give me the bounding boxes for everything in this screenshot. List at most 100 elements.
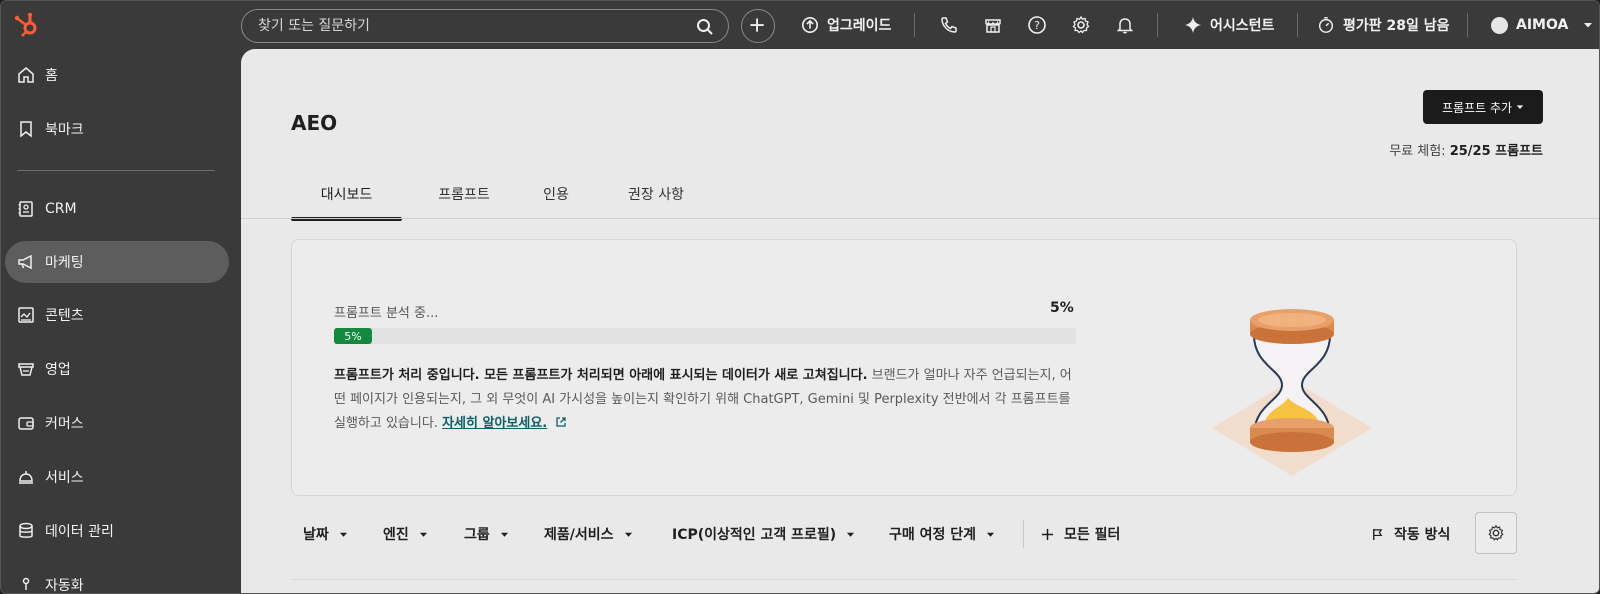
processing-status-card: 프롬프트 분석 중... 5% 5% 프롬프트가 처리 중입니다. 모든 프롬프… [291, 239, 1517, 496]
app-window: 업그레이드 ? 어시스턴트 [0, 0, 1600, 594]
filter-product-service[interactable]: 제품/서비스 [544, 512, 633, 556]
plus-icon [1041, 528, 1054, 540]
main-content: AEO 프롬프트 추가 무료 체험: 25/25 프롬프트 대시보드 프롬프트 … [241, 49, 1599, 593]
filter-engine[interactable]: 엔진 [383, 512, 428, 556]
add-prompt-label: 프롬프트 추가 [1441, 100, 1513, 115]
commerce-icon [18, 417, 34, 430]
free-trial-usage: 무료 체험: 25/25 프롬프트 [1389, 140, 1543, 159]
sidebar-item-label: CRM [45, 201, 77, 217]
sidebar-item-home[interactable]: 홈 [5, 54, 229, 96]
processing-description-bold: 프롬프트가 처리 중입니다. 모든 프롬프트가 처리되면 아래에 표시되는 데이… [334, 368, 868, 383]
analyzing-label: 프롬프트 분석 중... [334, 306, 439, 321]
upgrade-label: 업그레이드 [827, 18, 892, 34]
sidebar: 홈 북마크 CRM 마케팅 콘텐츠 영업 커머스 서비스 데이터 관리 자동화 [1, 49, 241, 594]
search-input[interactable] [258, 10, 678, 42]
filter-date[interactable]: 날짜 [303, 512, 348, 556]
sidebar-item-crm[interactable]: CRM [5, 188, 229, 230]
progress-bar-fill: 5% [334, 328, 372, 344]
sidebar-item-sales[interactable]: 영업 [5, 348, 229, 390]
tab-citations[interactable]: 인용 [526, 169, 586, 219]
notifications-bell-icon[interactable] [1115, 15, 1135, 35]
caret-down-icon [624, 532, 632, 537]
page-title: AEO [291, 111, 338, 135]
caret-down-icon [339, 532, 347, 537]
top-navigation-bar: 업그레이드 ? 어시스턴트 [1, 1, 1599, 49]
assistant-label: 어시스턴트 [1210, 18, 1275, 34]
search-icon[interactable] [696, 18, 714, 36]
global-search[interactable] [241, 9, 729, 43]
contacts-icon [18, 201, 33, 217]
sidebar-item-content[interactable]: 콘텐츠 [5, 294, 229, 336]
sidebar-item-automation[interactable]: 자동화 [5, 564, 229, 594]
filter-label: 제품/서비스 [544, 527, 614, 543]
trial-usage-prefix: 무료 체험: [1389, 144, 1450, 159]
learn-more-link[interactable]: 자세히 알아보세요. [442, 416, 547, 431]
sidebar-divider [17, 170, 215, 171]
all-filters-button[interactable]: 모든 필터 [1041, 512, 1120, 556]
sidebar-item-data-management[interactable]: 데이터 관리 [5, 510, 229, 552]
tab-dashboard[interactable]: 대시보드 [291, 169, 402, 221]
tab-prompts[interactable]: 프롬프트 [419, 169, 509, 219]
trial-timer-button[interactable]: 평가판 28일 남음 [1317, 1, 1450, 49]
external-link-icon[interactable] [555, 416, 567, 428]
filter-label: 날짜 [303, 527, 329, 543]
help-icon[interactable]: ? [1027, 15, 1047, 35]
tab-divider [241, 218, 1599, 219]
upgrade-button[interactable]: 업그레이드 [801, 1, 891, 49]
topbar-divider [914, 13, 915, 37]
marketplace-icon[interactable] [983, 15, 1003, 35]
sidebar-item-label: 자동화 [45, 578, 84, 594]
sidebar-item-marketing[interactable]: 마케팅 [5, 241, 229, 283]
avatar [1491, 16, 1508, 34]
tab-bar: 대시보드 프롬프트 인용 권장 사항 [291, 169, 1591, 221]
upgrade-arrow-icon [801, 16, 819, 34]
add-prompt-button[interactable]: 프롬프트 추가 [1423, 90, 1543, 124]
progress-bar: 5% [334, 328, 1076, 344]
sidebar-item-bookmarks[interactable]: 북마크 [5, 108, 229, 150]
sparkle-icon [1184, 16, 1202, 34]
caret-down-icon [847, 532, 855, 537]
plus-icon [750, 18, 764, 32]
topbar-divider [1157, 13, 1158, 37]
filter-divider [1023, 520, 1024, 548]
caret-down-icon [419, 532, 427, 537]
sidebar-item-label: 홈 [45, 68, 58, 84]
assistant-button[interactable]: 어시스턴트 [1184, 1, 1274, 49]
trial-usage-value: 25/25 프롬프트 [1449, 144, 1543, 159]
filter-label: 엔진 [383, 527, 409, 543]
tab-recommendations[interactable]: 권장 사항 [611, 169, 701, 219]
account-menu[interactable]: AIMOA [1491, 1, 1594, 49]
phone-icon[interactable] [939, 15, 959, 35]
caret-down-icon [1516, 105, 1524, 109]
megaphone-icon [18, 254, 32, 270]
caret-down-icon [500, 532, 508, 537]
sidebar-item-commerce[interactable]: 커머스 [5, 402, 229, 444]
sidebar-item-label: 커머스 [45, 416, 84, 432]
service-icon [19, 471, 33, 484]
filter-buying-stage[interactable]: 구매 여정 단계 [889, 512, 995, 556]
filter-bar: 날짜 엔진 그룹 제품/서비스 ICP(이상적인 고객 프로필) 구매 여정 단… [291, 512, 1517, 556]
sales-icon [18, 363, 34, 376]
how-it-works-label: 작동 방식 [1394, 527, 1451, 543]
filter-group[interactable]: 그룹 [464, 512, 509, 556]
create-button[interactable] [741, 9, 775, 43]
sidebar-item-label: 북마크 [45, 122, 84, 138]
filter-icp[interactable]: ICP(이상적인 고객 프로필) [672, 512, 855, 556]
how-it-works-button[interactable]: 작동 방식 [1371, 512, 1450, 556]
trial-days-label: 평가판 28일 남음 [1343, 18, 1450, 34]
settings-gear-icon[interactable] [1071, 15, 1091, 35]
topbar-divider [1467, 13, 1468, 37]
progress-percent: 5% [1050, 300, 1074, 316]
database-icon [19, 522, 33, 538]
sidebar-item-label: 마케팅 [45, 255, 84, 271]
caret-down-icon [986, 532, 995, 537]
svg-text:?: ? [1034, 19, 1040, 32]
topbar-divider [1297, 13, 1298, 37]
flag-icon [1373, 528, 1383, 540]
account-name: AIMOA [1516, 17, 1569, 33]
filter-label: 그룹 [464, 527, 490, 543]
section-divider [291, 579, 1517, 580]
sidebar-item-service[interactable]: 서비스 [5, 456, 229, 498]
settings-button[interactable] [1475, 512, 1517, 554]
hubspot-logo-icon[interactable] [13, 11, 41, 39]
